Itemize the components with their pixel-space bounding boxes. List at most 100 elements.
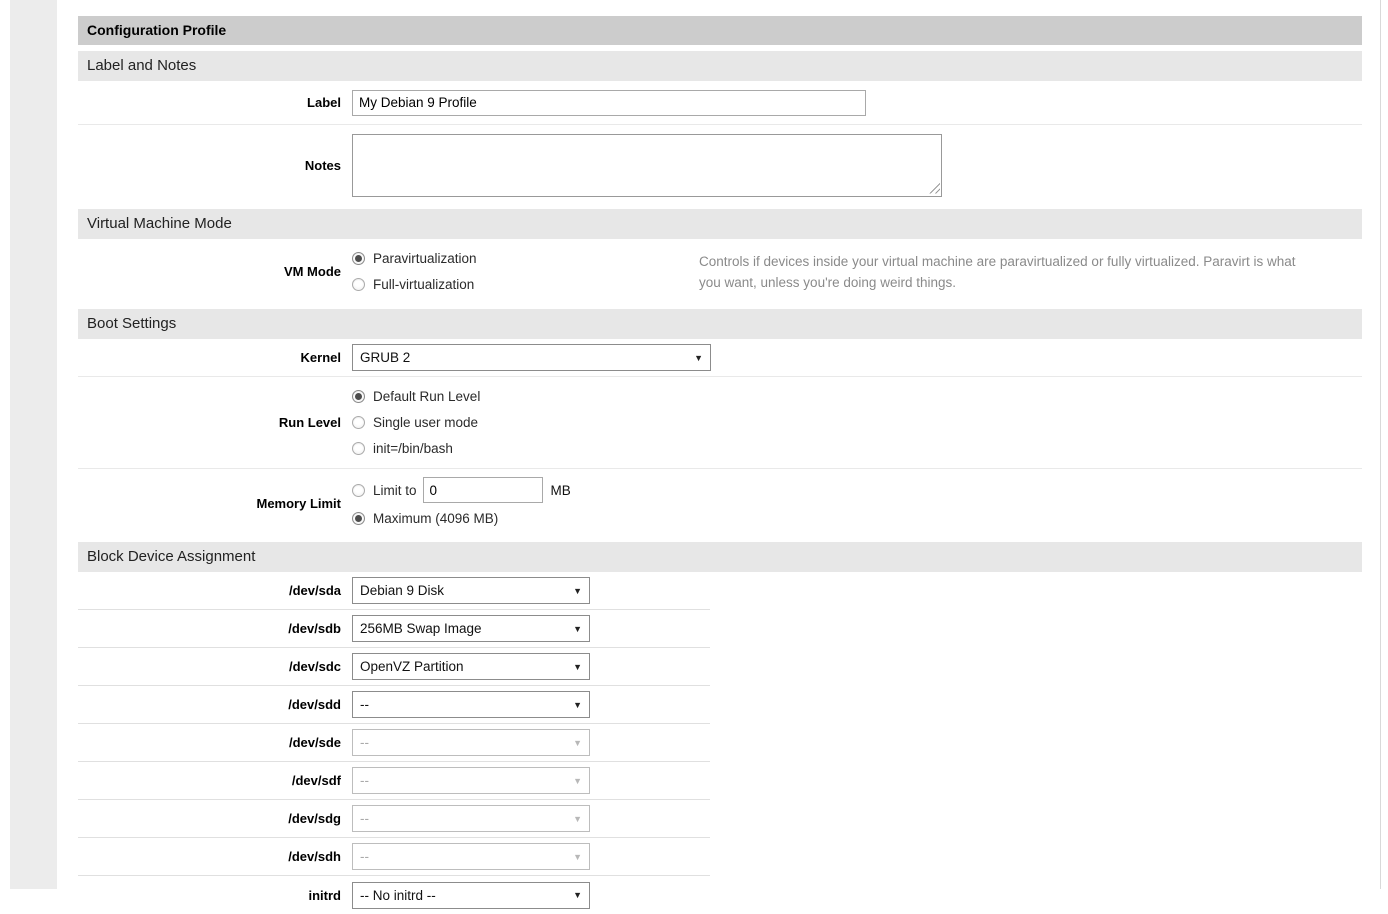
device-row-sde: /dev/sde -- ▼	[78, 724, 710, 762]
radio-unchecked-icon[interactable]	[352, 416, 365, 429]
notes-textarea-wrap	[352, 134, 942, 197]
memory-limit-radio-group: Limit to MB Maximum (4096 MB)	[352, 475, 571, 531]
notes-row: Notes	[78, 125, 1362, 205]
vm-mode-help-text: Controls if devices inside your virtual …	[699, 251, 1362, 293]
device-select-value: --	[360, 773, 567, 788]
run-level-row: Run Level Default Run Level Single user …	[78, 377, 1362, 469]
radio-option-label[interactable]: Paravirtualization	[373, 251, 477, 266]
device-select-sdb[interactable]: 256MB Swap Image ▼	[352, 615, 590, 642]
section-heading-label-and-notes: Label and Notes	[78, 51, 1362, 81]
vm-mode-option-full-virtualization[interactable]: Full-virtualization	[352, 272, 699, 298]
radio-checked-icon[interactable]	[352, 512, 365, 525]
radio-unchecked-icon[interactable]	[352, 484, 365, 497]
configuration-profile-panel: Configuration Profile Label and Notes La…	[78, 16, 1362, 914]
device-row-sdh: /dev/sdh -- ▼	[78, 838, 710, 876]
chevron-down-icon: ▼	[573, 662, 582, 672]
device-select-sdf: -- ▼	[352, 767, 590, 794]
radio-checked-icon[interactable]	[352, 252, 365, 265]
radio-option-label[interactable]: Maximum (4096 MB)	[373, 511, 498, 526]
memory-limit-input[interactable]	[423, 477, 543, 503]
initrd-label: initrd	[78, 888, 352, 903]
device-row-sdb: /dev/sdb 256MB Swap Image ▼	[78, 610, 710, 648]
chevron-down-icon: ▼	[694, 353, 703, 363]
radio-option-label[interactable]: Limit to	[373, 483, 417, 498]
radio-unchecked-icon[interactable]	[352, 442, 365, 455]
chevron-down-icon: ▼	[573, 890, 582, 900]
device-select-value: --	[360, 811, 567, 826]
kernel-label: Kernel	[78, 350, 352, 365]
vm-mode-label: VM Mode	[78, 264, 352, 279]
label-row: Label	[78, 81, 1362, 125]
device-label: /dev/sde	[78, 735, 352, 750]
section-heading-block-devices: Block Device Assignment	[78, 542, 1362, 572]
radio-option-label[interactable]: Default Run Level	[373, 389, 480, 404]
memory-limit-option-limit-to[interactable]: Limit to MB	[352, 475, 571, 505]
initrd-select-value: -- No initrd --	[360, 888, 567, 903]
memory-limit-label: Memory Limit	[78, 496, 352, 511]
notes-textarea[interactable]	[352, 134, 942, 197]
device-select-value: 256MB Swap Image	[360, 621, 567, 636]
device-select-sdg: -- ▼	[352, 805, 590, 832]
initrd-select[interactable]: -- No initrd -- ▼	[352, 882, 590, 909]
run-level-option-default[interactable]: Default Run Level	[352, 384, 480, 410]
memory-limit-option-maximum[interactable]: Maximum (4096 MB)	[352, 505, 571, 531]
device-row-sdc: /dev/sdc OpenVZ Partition ▼	[78, 648, 710, 686]
chevron-down-icon: ▼	[573, 852, 582, 862]
device-row-sda: /dev/sda Debian 9 Disk ▼	[78, 572, 710, 610]
device-label: /dev/sdd	[78, 697, 352, 712]
page-right-border	[1380, 0, 1381, 889]
device-select-value: --	[360, 735, 567, 750]
device-row-sdf: /dev/sdf -- ▼	[78, 762, 710, 800]
section-heading-vm-mode: Virtual Machine Mode	[78, 209, 1362, 239]
device-label: /dev/sda	[78, 583, 352, 598]
device-select-sda[interactable]: Debian 9 Disk ▼	[352, 577, 590, 604]
help-line: Controls if devices inside your virtual …	[699, 254, 1199, 269]
radio-option-label[interactable]: Single user mode	[373, 415, 478, 430]
block-device-table: /dev/sda Debian 9 Disk ▼ /dev/sdb 256MB …	[78, 572, 710, 914]
run-level-option-init-bin-bash[interactable]: init=/bin/bash	[352, 436, 480, 462]
device-label: /dev/sdb	[78, 621, 352, 636]
left-gutter	[10, 0, 57, 889]
radio-unchecked-icon[interactable]	[352, 278, 365, 291]
device-row-sdd: /dev/sdd -- ▼	[78, 686, 710, 724]
kernel-select[interactable]: GRUB 2 ▼	[352, 344, 711, 371]
radio-option-label[interactable]: init=/bin/bash	[373, 441, 453, 456]
chevron-down-icon: ▼	[573, 700, 582, 710]
chevron-down-icon: ▼	[573, 586, 582, 596]
chevron-down-icon: ▼	[573, 738, 582, 748]
device-select-sdh: -- ▼	[352, 843, 590, 870]
device-select-sdc[interactable]: OpenVZ Partition ▼	[352, 653, 590, 680]
notes-field-label: Notes	[78, 158, 352, 173]
run-level-label: Run Level	[78, 415, 352, 430]
chevron-down-icon: ▼	[573, 776, 582, 786]
device-select-sdd[interactable]: -- ▼	[352, 691, 590, 718]
radio-checked-icon[interactable]	[352, 390, 365, 403]
section-heading-boot-settings: Boot Settings	[78, 309, 1362, 339]
device-label: /dev/sdc	[78, 659, 352, 674]
chevron-down-icon: ▼	[573, 814, 582, 824]
device-select-sde: -- ▼	[352, 729, 590, 756]
initrd-row: initrd -- No initrd -- ▼	[78, 876, 710, 914]
label-field-label: Label	[78, 95, 352, 110]
chevron-down-icon: ▼	[573, 624, 582, 634]
radio-option-label[interactable]: Full-virtualization	[373, 277, 474, 292]
memory-limit-row: Memory Limit Limit to MB Maximum (4096 M…	[78, 469, 1362, 537]
device-label: /dev/sdg	[78, 811, 352, 826]
page-title: Configuration Profile	[78, 16, 1362, 45]
device-select-value: OpenVZ Partition	[360, 659, 567, 674]
device-label: /dev/sdf	[78, 773, 352, 788]
vm-mode-radio-group: Paravirtualization Full-virtualization	[352, 246, 699, 298]
label-input[interactable]	[352, 90, 866, 116]
run-level-option-single-user[interactable]: Single user mode	[352, 410, 480, 436]
device-select-value: Debian 9 Disk	[360, 583, 567, 598]
vm-mode-option-paravirtualization[interactable]: Paravirtualization	[352, 246, 699, 272]
kernel-row: Kernel GRUB 2 ▼	[78, 339, 1362, 377]
device-label: /dev/sdh	[78, 849, 352, 864]
device-row-sdg: /dev/sdg -- ▼	[78, 800, 710, 838]
kernel-select-value: GRUB 2	[360, 350, 688, 365]
run-level-radio-group: Default Run Level Single user mode init=…	[352, 384, 480, 462]
memory-limit-unit: MB	[551, 483, 571, 498]
vm-mode-row: VM Mode Paravirtualization Full-virtuali…	[78, 239, 1362, 304]
device-select-value: --	[360, 697, 567, 712]
device-select-value: --	[360, 849, 567, 864]
